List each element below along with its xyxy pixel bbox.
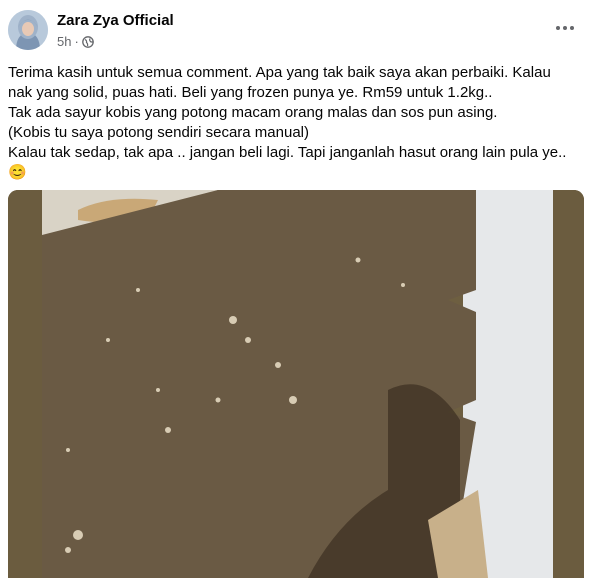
avatar-image bbox=[8, 10, 48, 50]
more-options-icon bbox=[556, 26, 574, 30]
post-text-line: Kalau tak sedap, tak apa .. jangan beli … bbox=[8, 144, 567, 161]
post-text-line: nak yang solid, puas hati. Beli yang fro… bbox=[8, 84, 493, 101]
author-avatar[interactable] bbox=[8, 10, 48, 50]
post-text-line: (Kobis tu saya potong sendiri secara man… bbox=[8, 124, 309, 141]
post-header: Zara Zya Official 5h · bbox=[0, 0, 590, 60]
author-name[interactable]: Zara Zya Official bbox=[57, 12, 174, 29]
post-text-line: Tak ada sayur kobis yang potong macam or… bbox=[8, 104, 498, 121]
post-text-line: Terima kasih untuk semua comment. Apa ya… bbox=[8, 64, 551, 81]
more-options-button[interactable] bbox=[550, 18, 580, 38]
post-photo[interactable] bbox=[8, 190, 584, 578]
post-meta: 5h · bbox=[57, 34, 94, 49]
globe-icon[interactable] bbox=[81, 35, 94, 48]
smile-emoji: 😊 bbox=[8, 164, 27, 181]
post-text: Terima kasih untuk semua comment. Apa ya… bbox=[8, 63, 586, 185]
photo-content bbox=[8, 190, 584, 578]
meta-separator: · bbox=[74, 34, 79, 49]
post-time[interactable]: 5h bbox=[57, 34, 71, 49]
